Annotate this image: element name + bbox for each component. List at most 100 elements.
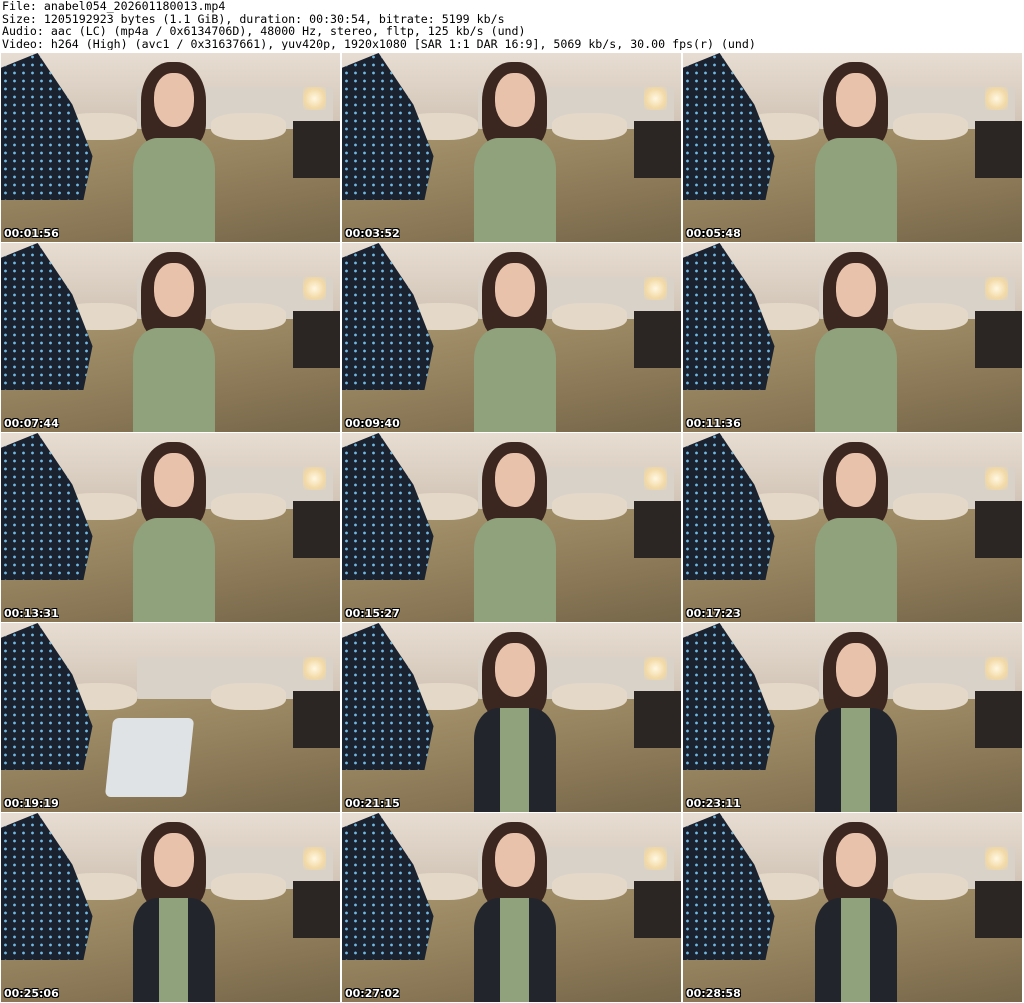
video-thumbnail[interactable]: 00:11:36	[683, 243, 1022, 432]
face	[153, 833, 195, 888]
person	[123, 62, 225, 242]
person	[123, 822, 225, 1002]
video-thumbnail[interactable]: 00:19:19	[1, 623, 340, 812]
nightstand	[292, 121, 340, 178]
clothing	[815, 137, 897, 242]
face	[835, 643, 877, 698]
face	[494, 73, 536, 128]
person	[805, 822, 907, 1002]
file-info-header: File: anabel054_202601180013.mp4 Size: 1…	[2, 0, 1022, 52]
clothing	[474, 707, 556, 812]
nightstand	[633, 881, 681, 938]
thumbnail-timestamp: 00:13:31	[4, 607, 59, 620]
video-thumbnail[interactable]: 00:01:56	[1, 53, 340, 242]
lamp	[302, 847, 327, 870]
lamp	[984, 847, 1009, 870]
video-thumbnail[interactable]: 00:03:52	[342, 53, 681, 242]
thumbnail-timestamp: 00:05:48	[686, 227, 741, 240]
clothing	[133, 327, 215, 432]
video-thumbnail[interactable]: 00:27:02	[342, 813, 681, 1002]
clothing	[133, 137, 215, 242]
nightstand	[633, 501, 681, 558]
lamp	[302, 87, 327, 110]
thumbnail-timestamp: 00:27:02	[345, 987, 400, 1000]
person	[805, 62, 907, 242]
face	[153, 263, 195, 318]
person	[464, 252, 566, 432]
nightstand	[974, 501, 1022, 558]
thumbnail-timestamp: 00:25:06	[4, 987, 59, 1000]
thumbnail-timestamp: 00:17:23	[686, 607, 741, 620]
lamp	[302, 277, 327, 300]
thumbnail-timestamp: 00:09:40	[345, 417, 400, 430]
person	[805, 442, 907, 622]
face	[494, 643, 536, 698]
face	[494, 833, 536, 888]
lamp	[643, 277, 668, 300]
clothing	[815, 517, 897, 622]
lamp	[984, 467, 1009, 490]
audio-info-line: Audio: aac (LC) (mp4a / 0x6134706D), 480…	[2, 25, 526, 38]
video-thumbnail[interactable]: 00:15:27	[342, 433, 681, 622]
video-thumbnail[interactable]: 00:25:06	[1, 813, 340, 1002]
lamp	[302, 657, 327, 680]
video-thumbnail[interactable]: 00:05:48	[683, 53, 1022, 242]
video-thumbnail[interactable]: 00:21:15	[342, 623, 681, 812]
clothing	[815, 327, 897, 432]
thumbnail-timestamp: 00:01:56	[4, 227, 59, 240]
clothing	[815, 897, 897, 1002]
clothing	[474, 517, 556, 622]
face	[494, 263, 536, 318]
nightstand	[633, 691, 681, 748]
clothing	[133, 517, 215, 622]
clothing	[815, 707, 897, 812]
thumbnail-timestamp: 00:21:15	[345, 797, 400, 810]
clothing	[474, 137, 556, 242]
thumbnail-timestamp: 00:03:52	[345, 227, 400, 240]
nightstand	[974, 881, 1022, 938]
file-size-line: Size: 1205192923 bytes (1.1 GiB), durati…	[2, 12, 505, 26]
nightstand	[633, 121, 681, 178]
clothing	[474, 897, 556, 1002]
person	[464, 822, 566, 1002]
face	[835, 453, 877, 508]
lamp	[643, 467, 668, 490]
person	[464, 442, 566, 622]
person	[805, 252, 907, 432]
thumbnail-grid: 00:01:56 00:03:52 00:05:48 00:07:44 00:09:40…	[1, 53, 1022, 1002]
lamp	[643, 87, 668, 110]
pillow	[211, 683, 286, 710]
lamp	[643, 847, 668, 870]
face	[835, 73, 877, 128]
video-thumbnail[interactable]: 00:23:11	[683, 623, 1022, 812]
thumbnail-timestamp: 00:19:19	[4, 797, 59, 810]
thumbnail-timestamp: 00:07:44	[4, 417, 59, 430]
person	[123, 442, 225, 622]
clothing	[474, 327, 556, 432]
nightstand	[633, 311, 681, 368]
nightstand	[292, 881, 340, 938]
clothing	[133, 897, 215, 1002]
thumbnail-timestamp: 00:15:27	[345, 607, 400, 620]
person	[123, 252, 225, 432]
lamp	[984, 87, 1009, 110]
video-thumbnail[interactable]: 00:09:40	[342, 243, 681, 432]
lamp	[302, 467, 327, 490]
face	[835, 833, 877, 888]
nightstand	[292, 691, 340, 748]
video-thumbnail[interactable]: 00:13:31	[1, 433, 340, 622]
video-info-line: Video: h264 (High) (avc1 / 0x31637661), …	[2, 37, 756, 51]
file-name-line: File: anabel054_202601180013.mp4	[2, 0, 226, 13]
nightstand	[292, 311, 340, 368]
thumbnail-timestamp: 00:23:11	[686, 797, 741, 810]
video-thumbnail[interactable]: 00:07:44	[1, 243, 340, 432]
lamp	[643, 657, 668, 680]
face	[835, 263, 877, 318]
nightstand	[974, 121, 1022, 178]
empty-chair	[105, 717, 195, 797]
lamp	[984, 277, 1009, 300]
video-thumbnail[interactable]: 00:28:58	[683, 813, 1022, 1002]
video-thumbnail[interactable]: 00:17:23	[683, 433, 1022, 622]
face	[153, 453, 195, 508]
nightstand	[974, 311, 1022, 368]
